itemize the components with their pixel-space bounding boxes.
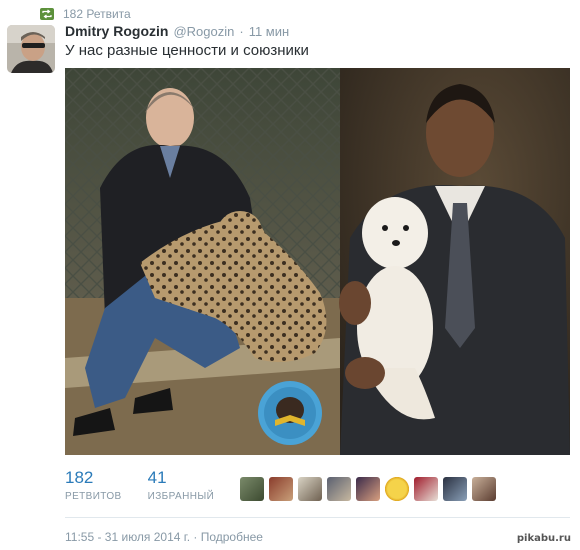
tweet-footer: 11:55 - 31 июля 2014 г. · Подробнее xyxy=(65,530,263,544)
author-fullname[interactable]: Dmitry Rogozin xyxy=(65,23,168,39)
retweet-context: 182 Ретвита xyxy=(40,6,131,22)
retweets-count: 182 xyxy=(65,468,94,487)
retweet-icon xyxy=(40,7,54,21)
favoriter-avatars xyxy=(240,477,501,501)
user-avatar[interactable] xyxy=(472,477,496,501)
tweet-header: Dmitry Rogozin @Rogozin · 11 мин xyxy=(65,23,289,41)
user-avatar[interactable] xyxy=(443,477,467,501)
author-username[interactable]: @Rogozin xyxy=(173,24,234,39)
retweets-stat[interactable]: 182 РЕТВИТОВ xyxy=(65,468,122,508)
footer-separator: · xyxy=(190,530,201,544)
tweet-time[interactable]: 11 мин xyxy=(249,24,290,39)
retweet-count-label: 182 Ретвита xyxy=(63,7,131,21)
tweet-stats: 182 РЕТВИТОВ 41 ИЗБРАННЫЙ xyxy=(65,468,240,508)
user-avatar[interactable] xyxy=(327,477,351,501)
avatar[interactable] xyxy=(7,25,55,73)
right-photo-panel xyxy=(339,68,570,455)
user-avatar[interactable] xyxy=(240,477,264,501)
tweet-photo[interactable] xyxy=(65,68,570,455)
site-watermark: pikabu.ru xyxy=(513,532,574,545)
user-avatar[interactable] xyxy=(414,477,438,501)
favorites-stat[interactable]: 41 ИЗБРАННЫЙ xyxy=(148,468,215,508)
left-photo-panel xyxy=(65,68,340,455)
user-avatar[interactable] xyxy=(385,477,409,501)
details-link[interactable]: Подробнее xyxy=(201,530,263,544)
tweet-timestamp: 11:55 - 31 июля 2014 г. xyxy=(65,530,191,544)
tweet-text: У нас разные ценности и союзники xyxy=(65,42,309,59)
user-avatar[interactable] xyxy=(356,477,380,501)
favorites-label: ИЗБРАННЫЙ xyxy=(147,491,215,502)
user-avatar[interactable] xyxy=(298,477,322,501)
retweets-label: РЕТВИТОВ xyxy=(65,491,122,502)
header-separator: · xyxy=(239,24,244,39)
footer-divider xyxy=(65,517,570,518)
user-avatar[interactable] xyxy=(269,477,293,501)
favorites-count: 41 xyxy=(147,468,167,487)
